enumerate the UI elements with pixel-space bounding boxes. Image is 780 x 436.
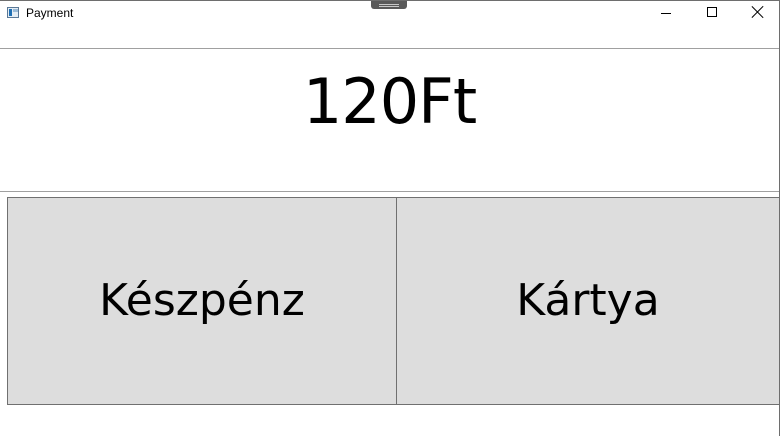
close-button[interactable] [735, 1, 780, 27]
payment-window: Payment 120Ft Készpénz Kártya [0, 0, 780, 436]
minimize-icon [661, 13, 671, 14]
bottom-divider [0, 191, 779, 192]
card-button[interactable]: Kártya [396, 197, 779, 405]
amount-display: 120Ft [302, 65, 477, 138]
cash-button[interactable]: Készpénz [7, 197, 397, 405]
close-icon [752, 6, 764, 18]
maximize-icon [707, 7, 717, 17]
window-title: Payment [26, 6, 74, 20]
drag-handle[interactable] [371, 1, 407, 9]
title-bar[interactable]: Payment [0, 1, 779, 27]
minimize-button[interactable] [643, 1, 689, 27]
maximize-button[interactable] [689, 1, 735, 27]
app-window-icon [7, 7, 19, 18]
